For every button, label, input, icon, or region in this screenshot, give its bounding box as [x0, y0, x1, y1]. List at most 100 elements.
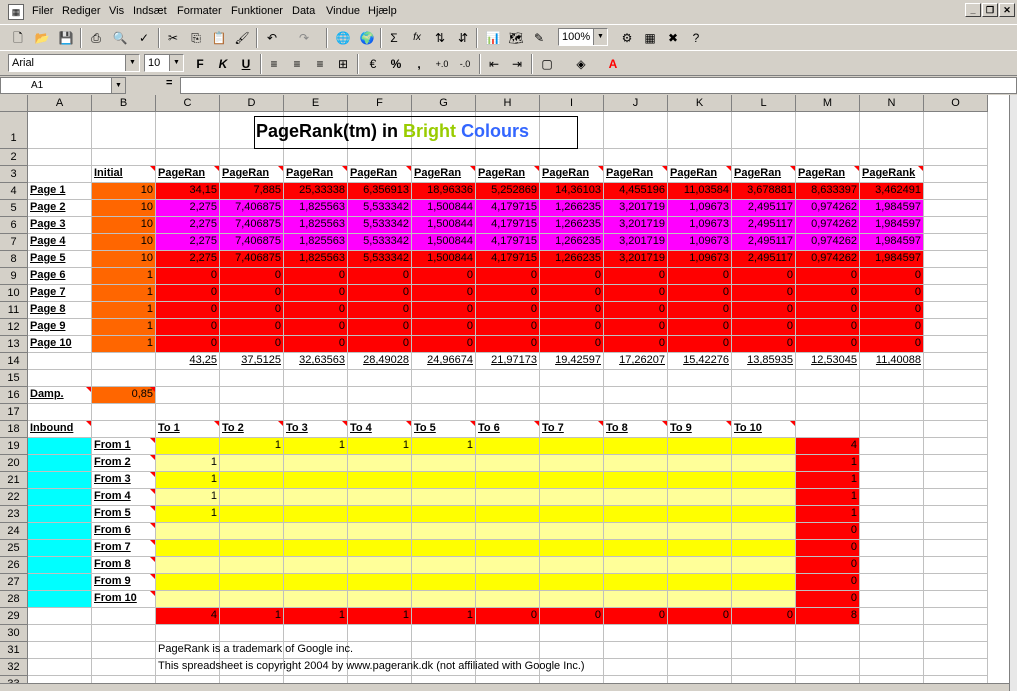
spelling-icon[interactable]: ✓	[134, 29, 154, 47]
header-pagerank[interactable]: PageRan	[156, 166, 220, 183]
pagerank-value[interactable]: 0	[156, 319, 220, 336]
cell[interactable]	[860, 421, 924, 438]
pagerank-value[interactable]: 2,495117	[732, 200, 796, 217]
pagerank-value[interactable]: 0	[540, 336, 604, 353]
link-cell[interactable]	[604, 574, 668, 591]
pagerank-value[interactable]: 5,533342	[348, 200, 412, 217]
pagerank-value[interactable]: 0	[732, 268, 796, 285]
cell[interactable]	[92, 642, 156, 659]
cell[interactable]	[668, 149, 732, 166]
cell[interactable]	[732, 659, 796, 676]
cell[interactable]	[604, 387, 668, 404]
cell[interactable]	[732, 149, 796, 166]
pagerank-value[interactable]: 0	[668, 302, 732, 319]
column-header-f[interactable]: F	[348, 95, 412, 112]
link-cell[interactable]	[540, 540, 604, 557]
pagerank-value[interactable]: 0	[284, 319, 348, 336]
pagerank-value[interactable]: 4,179715	[476, 234, 540, 251]
format-painter-icon[interactable]: 🖌	[232, 29, 252, 47]
cell[interactable]	[860, 659, 924, 676]
row-header-15[interactable]: 15	[0, 370, 28, 387]
link-cell[interactable]	[412, 574, 476, 591]
cell[interactable]	[604, 642, 668, 659]
row-header-29[interactable]: 29	[0, 608, 28, 625]
cell[interactable]	[540, 404, 604, 421]
initial-value[interactable]: 10	[92, 234, 156, 251]
link-cell[interactable]: 1	[156, 489, 220, 506]
link-cell[interactable]	[732, 438, 796, 455]
link-cell[interactable]	[348, 455, 412, 472]
select-all-corner[interactable]	[0, 95, 28, 112]
pagerank-value[interactable]: 1,825563	[284, 217, 348, 234]
cell[interactable]	[924, 200, 988, 217]
pagerank-value[interactable]: 0	[604, 302, 668, 319]
cell[interactable]	[924, 166, 988, 183]
pagerank-value[interactable]: 0	[476, 336, 540, 353]
column-header-m[interactable]: M	[796, 95, 860, 112]
link-cell[interactable]	[604, 438, 668, 455]
cell[interactable]	[540, 112, 604, 149]
new-icon[interactable]: 🗋	[8, 29, 28, 47]
page-label[interactable]: Page 7	[28, 285, 92, 302]
header-pagerank[interactable]: PageRank	[860, 166, 924, 183]
cell[interactable]	[860, 523, 924, 540]
link-cell[interactable]	[412, 506, 476, 523]
link-cell[interactable]	[604, 455, 668, 472]
row-header-28[interactable]: 28	[0, 591, 28, 608]
decrease-indent-icon[interactable]: ⇤	[484, 55, 504, 73]
row-header-4[interactable]: 4	[0, 183, 28, 200]
pagerank-value[interactable]: 0	[220, 302, 284, 319]
cell[interactable]	[924, 574, 988, 591]
inbound-cyan-cell[interactable]	[28, 489, 92, 506]
cell[interactable]	[796, 149, 860, 166]
pagerank-value[interactable]: 8,633397	[796, 183, 860, 200]
row-header-1[interactable]: 1	[0, 112, 28, 149]
link-cell[interactable]	[476, 523, 540, 540]
cell[interactable]	[924, 489, 988, 506]
cell[interactable]	[924, 506, 988, 523]
pagerank-value[interactable]: 1,09673	[668, 251, 732, 268]
cell[interactable]	[732, 625, 796, 642]
link-cell[interactable]	[220, 574, 284, 591]
link-cell[interactable]	[156, 557, 220, 574]
cell[interactable]	[796, 625, 860, 642]
pagerank-value[interactable]: 0	[348, 268, 412, 285]
pagerank-value[interactable]: 1,984597	[860, 234, 924, 251]
pagerank-value[interactable]: 1,500844	[412, 217, 476, 234]
link-cell[interactable]	[476, 574, 540, 591]
pagerank-value[interactable]: 0	[540, 285, 604, 302]
print-preview-icon[interactable]: 🔍	[110, 29, 130, 47]
pagerank-value[interactable]: 3,201719	[604, 200, 668, 217]
borders-icon[interactable]: ▢	[537, 55, 557, 73]
initial-value[interactable]: 1	[92, 302, 156, 319]
menu-funktioner[interactable]: Funktioner	[231, 5, 283, 17]
pagerank-value[interactable]: 0	[348, 285, 412, 302]
pagerank-value[interactable]: 0	[412, 302, 476, 319]
cell[interactable]	[156, 149, 220, 166]
cell[interactable]	[540, 387, 604, 404]
outbound-sum[interactable]: 1	[796, 472, 860, 489]
link-cell[interactable]	[604, 506, 668, 523]
cell[interactable]	[924, 112, 988, 149]
pagerank-value[interactable]: 5,533342	[348, 217, 412, 234]
link-cell[interactable]	[540, 591, 604, 608]
pagerank-value[interactable]: 0	[604, 319, 668, 336]
pagerank-value[interactable]: 0	[860, 285, 924, 302]
row-header-24[interactable]: 24	[0, 523, 28, 540]
cell[interactable]	[924, 302, 988, 319]
pagerank-value[interactable]: 5,533342	[348, 234, 412, 251]
pagerank-value[interactable]: 0	[284, 268, 348, 285]
row-header-10[interactable]: 10	[0, 285, 28, 302]
link-cell[interactable]	[284, 472, 348, 489]
pagerank-value[interactable]: 2,495117	[732, 217, 796, 234]
header-pagerank[interactable]: PageRan	[348, 166, 412, 183]
link-cell[interactable]	[732, 591, 796, 608]
menu-data[interactable]: Data	[292, 5, 315, 17]
inbound-cyan-cell[interactable]	[28, 506, 92, 523]
pagerank-value[interactable]: 1,266235	[540, 251, 604, 268]
to-header[interactable]: To 5	[412, 421, 476, 438]
link-cell[interactable]	[540, 438, 604, 455]
pagerank-value[interactable]: 0	[668, 336, 732, 353]
cell[interactable]	[924, 370, 988, 387]
inbound-col-sum[interactable]: 0	[732, 608, 796, 625]
